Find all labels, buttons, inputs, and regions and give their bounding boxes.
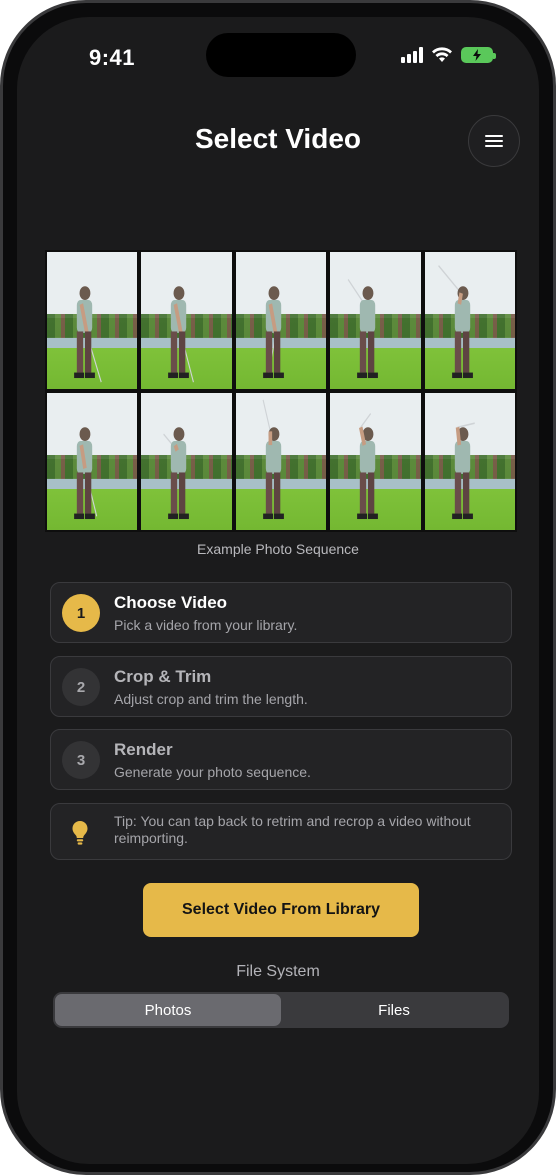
file-system-label: File System — [236, 963, 320, 980]
wifi-icon — [432, 47, 452, 62]
menu-button[interactable] — [468, 115, 520, 167]
golfer-silhouette — [347, 278, 379, 379]
example-photo-frame — [47, 393, 138, 530]
file-system-segmented-control: Photos Files — [53, 992, 509, 1028]
lightbulb-icon — [72, 821, 88, 845]
segment-files[interactable]: Files — [281, 994, 507, 1026]
status-time: 9:41 — [89, 45, 136, 70]
page-title: Select Video — [194, 123, 361, 154]
step-description: Generate your photo sequence. — [114, 764, 311, 780]
tip-text: Tip: You can tap back to retrim and recr… — [114, 813, 471, 846]
example-photo-grid — [45, 250, 517, 532]
golfer-silhouette — [262, 399, 284, 520]
signal-icon — [401, 47, 423, 63]
step-description: Adjust crop and trim the length. — [114, 691, 308, 707]
example-photo-frame — [235, 393, 327, 530]
step-card-render: 3 Render Generate your photo sequence. — [50, 729, 512, 790]
example-photo-frame — [330, 252, 421, 389]
golfer-silhouette — [168, 286, 195, 383]
step-number-badge: 1 — [62, 594, 100, 632]
step-title: Choose Video — [114, 593, 228, 612]
dynamic-island — [206, 33, 356, 77]
golfer-silhouette — [163, 427, 190, 520]
golfer-silhouette — [451, 422, 475, 520]
step-card-choose-video: 1 Choose Video Pick a video from your li… — [50, 582, 512, 643]
golfer-silhouette — [74, 286, 102, 383]
step-number-badge: 3 — [62, 741, 100, 779]
segment-photos[interactable]: Photos — [55, 994, 281, 1026]
step-card-crop-trim: 2 Crop & Trim Adjust crop and trim the l… — [50, 656, 512, 717]
status-icons — [401, 47, 496, 63]
battery-icon — [461, 47, 496, 63]
menu-icon — [485, 135, 503, 147]
step-number-badge: 2 — [62, 668, 100, 706]
step-title: Render — [114, 740, 173, 759]
example-photo-frame — [424, 252, 515, 389]
example-photo-frame — [424, 393, 515, 530]
step-description: Pick a video from your library. — [114, 617, 298, 633]
app-screen: 9:41 Select Video Example Photo Sequence… — [17, 17, 539, 1164]
example-photo-frame — [141, 393, 232, 530]
select-video-from-library-button[interactable]: Select Video From Library — [143, 883, 419, 937]
golfer-silhouette — [262, 286, 284, 379]
golfer-silhouette — [357, 412, 379, 520]
golfer-silhouette — [74, 427, 98, 520]
example-photo-frame — [235, 252, 327, 389]
example-photo-frame — [330, 393, 421, 530]
phone-frame: 9:41 Select Video Example Photo Sequence… — [0, 0, 556, 1175]
example-caption: Example Photo Sequence — [197, 541, 359, 557]
example-photo-frame — [141, 252, 232, 389]
tip-card: Tip: You can tap back to retrim and recr… — [50, 803, 512, 860]
step-title: Crop & Trim — [114, 667, 212, 686]
example-photo-frame — [47, 252, 138, 389]
golfer-silhouette — [437, 265, 473, 379]
